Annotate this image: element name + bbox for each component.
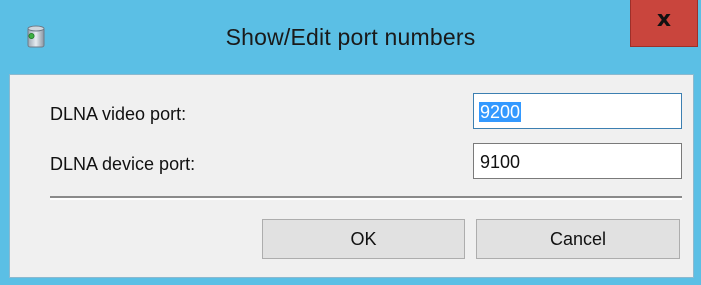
separator-highlight <box>50 198 682 200</box>
ok-button[interactable]: OK <box>262 219 465 259</box>
close-icon: x <box>656 7 672 32</box>
video-port-value: 9200 <box>479 102 522 122</box>
cancel-button[interactable]: Cancel <box>476 219 680 259</box>
video-port-input[interactable]: 9200 <box>473 93 682 129</box>
title-bar[interactable]: Show/Edit port numbers x <box>0 0 701 74</box>
dialog-window: Show/Edit port numbers x DLNA video port… <box>0 0 701 285</box>
device-port-input[interactable]: 9100 <box>473 143 682 179</box>
video-port-label: DLNA video port: <box>50 104 187 124</box>
dialog-body: DLNA video port: 9200 DLNA device port: … <box>9 74 694 278</box>
device-port-value: 9100 <box>480 152 521 172</box>
device-port-label: DLNA device port: <box>50 154 196 174</box>
close-button[interactable]: x <box>630 0 698 47</box>
window-title: Show/Edit port numbers <box>225 24 476 50</box>
